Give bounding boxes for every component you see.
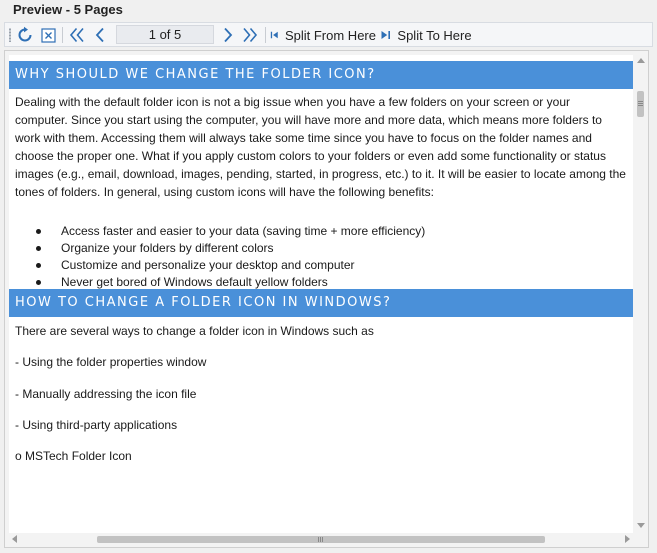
bullet-icon — [36, 280, 41, 285]
scroll-down-icon[interactable] — [637, 523, 645, 528]
split-from-here-button[interactable]: Split From Here — [270, 26, 376, 44]
document-page: WHY SHOULD WE CHANGE THE FOLDER ICON? De… — [9, 55, 633, 533]
split-to-label: Split To Here — [397, 27, 472, 43]
bullet-icon — [36, 229, 41, 234]
list-item-text: Never get bored of Windows default yello… — [61, 275, 328, 289]
double-chevron-right-icon — [243, 27, 258, 43]
previous-page-button[interactable] — [91, 26, 109, 44]
section-heading: WHY SHOULD WE CHANGE THE FOLDER ICON? — [9, 61, 633, 89]
first-page-button[interactable] — [67, 26, 87, 44]
paragraph-line: tones of folders. In general, using cust… — [15, 185, 434, 199]
toolbar: 1 of 5 Split From Here Split To Here — [4, 22, 653, 47]
split-to-icon — [381, 31, 391, 39]
paragraph-line: choose the proper one. What if you apply… — [15, 149, 606, 163]
method-item: - Using the folder properties window — [15, 355, 207, 369]
list-item-text: Access faster and easier to your data (s… — [61, 224, 426, 238]
bullet-icon — [36, 263, 41, 268]
grip-icon — [318, 537, 324, 542]
toolbar-separator — [265, 27, 266, 43]
horizontal-scrollbar[interactable] — [9, 533, 635, 545]
split-from-label: Split From Here — [284, 27, 376, 43]
method-item: - Manually addressing the icon file — [15, 387, 197, 401]
method-item: - Using third-party applications — [15, 418, 178, 432]
chevron-right-icon — [224, 27, 233, 43]
paragraph-line: computer. Since you start using the comp… — [15, 113, 602, 127]
list-item: Organize your folders by different color… — [15, 240, 615, 257]
refresh-icon — [18, 26, 32, 42]
list-item-text: Organize your folders by different color… — [61, 241, 274, 255]
toolbar-grip[interactable] — [9, 28, 11, 42]
scroll-right-icon[interactable] — [625, 535, 630, 543]
section-paragraph: Dealing with the default folder icon is … — [15, 93, 627, 201]
double-chevron-left-icon — [69, 27, 84, 43]
bullet-icon — [36, 246, 41, 251]
next-page-button[interactable] — [219, 26, 237, 44]
vertical-scrollbar[interactable] — [635, 55, 646, 533]
chevron-left-icon — [95, 27, 104, 43]
scroll-up-icon[interactable] — [637, 58, 645, 63]
close-box-icon — [40, 27, 56, 43]
scroll-left-icon[interactable] — [12, 535, 17, 543]
title-bar: Preview - 5 Pages — [0, 0, 657, 20]
method-item: o MSTech Folder Icon — [15, 449, 132, 463]
paragraph-line: images (e.g., email, download, images, p… — [15, 167, 626, 181]
grip-icon — [638, 101, 643, 107]
split-to-here-button[interactable]: Split To Here — [380, 26, 472, 44]
page-indicator[interactable]: 1 of 5 — [116, 25, 214, 44]
preview-viewer: WHY SHOULD WE CHANGE THE FOLDER ICON? De… — [4, 50, 649, 548]
section-heading: HOW TO CHANGE A FOLDER ICON IN WINDOWS? — [9, 289, 633, 317]
benefits-list: Access faster and easier to your data (s… — [15, 223, 615, 291]
close-preview-button[interactable] — [39, 26, 57, 44]
section-intro: There are several ways to change a folde… — [15, 324, 374, 338]
paragraph-line: Dealing with the default folder icon is … — [15, 95, 570, 109]
list-item: Customize and personalize your desktop a… — [15, 257, 615, 274]
window-title: Preview - 5 Pages — [13, 2, 123, 17]
vertical-scroll-thumb[interactable] — [637, 91, 644, 117]
toolbar-separator — [62, 27, 63, 43]
horizontal-scroll-thumb[interactable] — [97, 536, 545, 543]
list-item-text: Customize and personalize your desktop a… — [61, 258, 355, 272]
last-page-button[interactable] — [240, 26, 260, 44]
list-item: Access faster and easier to your data (s… — [15, 223, 615, 240]
paragraph-line: work with them. Accessing them will alwa… — [15, 131, 592, 145]
split-from-icon — [270, 31, 278, 39]
refresh-button[interactable] — [15, 26, 35, 44]
